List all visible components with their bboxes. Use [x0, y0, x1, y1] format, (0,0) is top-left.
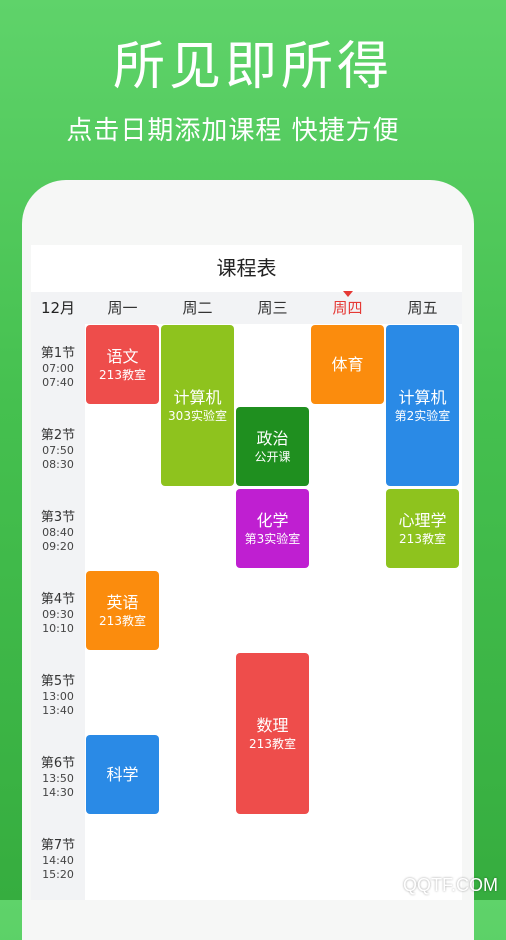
period-1: 第1节 07:00 07:40 [31, 324, 85, 406]
period-start-time: 14:40 [42, 854, 74, 867]
course-room: 213教室 [99, 367, 146, 382]
today-marker-icon [342, 291, 353, 297]
period-name: 第1节 [40, 346, 76, 361]
course-name: 科学 [106, 764, 139, 784]
promo-subline: 点击日期添加课程 快捷方便 [66, 116, 400, 146]
course-name: 政治 [256, 428, 289, 448]
month-label[interactable]: 12月 [31, 292, 85, 324]
course-name: 心理学 [398, 510, 447, 530]
period-name: 第4节 [40, 592, 76, 607]
course-block[interactable]: 英语 213教室 [86, 571, 159, 650]
period-end-time: 14:30 [42, 786, 74, 799]
course-name: 化学 [256, 510, 289, 530]
course-room: 公开课 [254, 449, 291, 464]
course-room: 213教室 [249, 736, 296, 751]
period-name: 第6节 [40, 756, 76, 771]
course-block[interactable]: 心理学 213教室 [386, 489, 459, 568]
promo-headline: 所见即所得 [112, 37, 393, 97]
period-end-time: 08:30 [42, 458, 74, 471]
course-block[interactable]: 化学 第3实验室 [236, 489, 309, 568]
course-block[interactable]: 体育 [311, 325, 384, 404]
course-block[interactable]: 政治 公开课 [236, 407, 309, 486]
course-block[interactable]: 计算机 第2实验室 [386, 325, 459, 486]
day-header-fri[interactable]: 周五 [385, 292, 460, 324]
period-start-time: 07:50 [42, 444, 74, 457]
period-7: 第7节 14:40 15:20 [31, 816, 85, 898]
course-name: 体育 [331, 354, 364, 374]
period-2: 第2节 07:50 08:30 [31, 406, 85, 488]
period-end-time: 07:40 [42, 376, 74, 389]
period-end-time: 15:20 [42, 868, 74, 881]
course-name: 数理 [256, 715, 289, 735]
day-header-mon[interactable]: 周一 [85, 292, 160, 324]
period-start-time: 07:00 [42, 362, 74, 375]
period-4: 第4节 09:30 10:10 [31, 570, 85, 652]
day-header-row: 12月 周一 周二 周三 周四 周五 [31, 291, 462, 324]
period-start-time: 13:00 [42, 690, 74, 703]
period-5: 第5节 13:00 13:40 [31, 652, 85, 734]
day-header-wed[interactable]: 周三 [235, 292, 310, 324]
course-block[interactable]: 科学 [86, 735, 159, 814]
period-column: 第1节 07:00 07:40 第2节 07:50 08:30 第3节 08:40 09:20 第… [31, 324, 85, 900]
course-room: 303实验室 [168, 408, 227, 423]
period-name: 第5节 [40, 674, 76, 689]
course-room: 第3实验室 [244, 531, 301, 546]
period-name: 第7节 [40, 838, 76, 853]
course-room: 213教室 [99, 613, 146, 628]
course-name: 计算机 [173, 387, 222, 407]
period-end-time: 13:40 [42, 704, 74, 717]
course-name: 语文 [106, 346, 139, 366]
day-header-tue[interactable]: 周二 [160, 292, 235, 324]
period-name: 第3节 [40, 510, 76, 525]
timetable-grid[interactable]: 语文 213教室 计算机 303实验室 体育 计算机 第2实验室 政治 公开课 化学 第3实验室 心理… [85, 324, 462, 900]
period-end-time: 10:10 [42, 622, 74, 635]
period-start-time: 08:40 [42, 526, 74, 539]
period-3: 第3节 08:40 09:20 [31, 488, 85, 570]
course-name: 英语 [106, 592, 139, 612]
course-room: 213教室 [399, 531, 446, 546]
period-end-time: 09:20 [42, 540, 74, 553]
course-name: 计算机 [398, 387, 447, 407]
page-title: 课程表 [31, 245, 462, 292]
course-room: 第2实验室 [394, 408, 451, 423]
watermark: QQTF.COM [403, 875, 498, 895]
course-block[interactable]: 计算机 303实验室 [161, 325, 234, 486]
period-name: 第2节 [40, 428, 76, 443]
timetable-screen: 课程表 12月 周一 周二 周三 周四 周五 第1节 07:00 07:40 第2节 0… [31, 245, 462, 900]
period-start-time: 13:50 [42, 772, 74, 785]
period-start-time: 09:30 [42, 608, 74, 621]
period-6: 第6节 13:50 14:30 [31, 734, 85, 816]
course-block[interactable]: 数理 213教室 [236, 653, 309, 814]
course-block[interactable]: 语文 213教室 [86, 325, 159, 404]
day-header-thu[interactable]: 周四 [310, 291, 385, 324]
day-header-thu-label: 周四 [332, 299, 363, 317]
